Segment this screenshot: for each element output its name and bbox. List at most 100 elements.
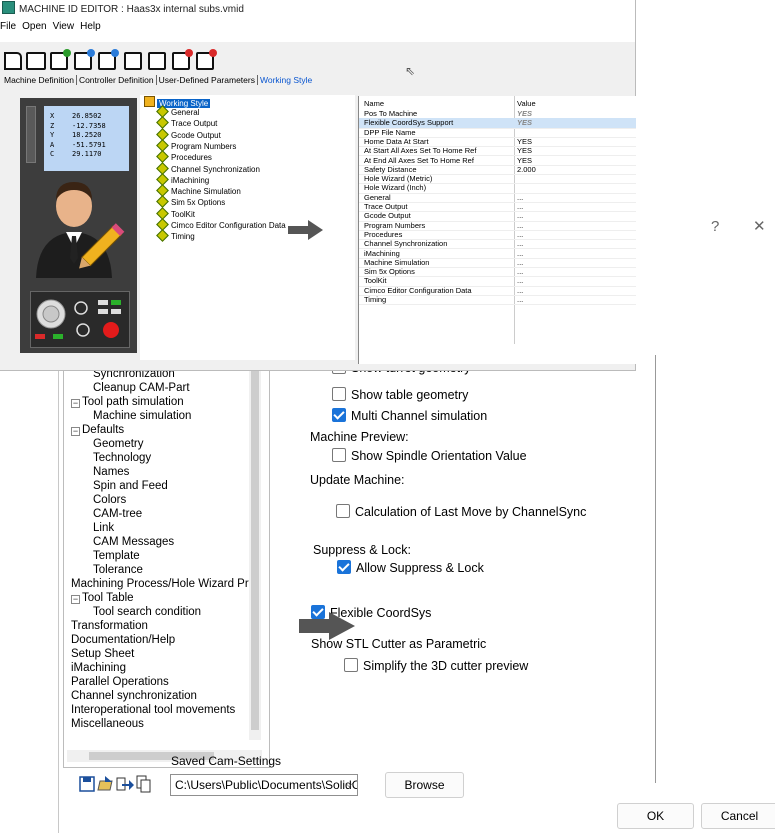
property-value[interactable]: ... xyxy=(517,211,523,220)
allow-suppress-option[interactable]: Allow Suppress & Lock xyxy=(337,560,484,575)
settings-tree-item[interactable]: Link xyxy=(93,521,114,535)
collapse-toggle-icon[interactable]: − xyxy=(71,427,80,436)
open-machine-icon[interactable] xyxy=(74,49,95,70)
working-style-tree-item[interactable]: Sim 5x Options xyxy=(156,195,225,209)
working-style-tree-item[interactable]: General xyxy=(156,105,199,118)
settings-tree-item[interactable]: Machine simulation xyxy=(93,409,191,423)
new-file-icon[interactable] xyxy=(4,52,22,70)
settings-tree-item[interactable]: Geometry xyxy=(93,437,144,451)
property-value[interactable]: ... xyxy=(517,202,523,211)
collapse-toggle-icon[interactable]: − xyxy=(71,595,80,604)
working-style-tree-item[interactable]: Machine Simulation xyxy=(156,184,241,197)
settings-tree-item[interactable]: Tolerance xyxy=(93,563,143,577)
menu-open[interactable]: Open xyxy=(22,21,46,32)
settings-tree-item[interactable]: − Tool Table xyxy=(71,591,134,605)
working-style-tree-item[interactable]: Program Numbers xyxy=(156,139,236,152)
property-value[interactable]: YES xyxy=(517,146,532,155)
show-table-option[interactable]: Show table geometry xyxy=(332,387,468,402)
save-settings-icon[interactable] xyxy=(79,776,95,792)
close-machine-icon[interactable] xyxy=(196,49,217,70)
settings-tree-item[interactable]: Names xyxy=(93,465,129,479)
property-value[interactable]: ... xyxy=(517,230,523,239)
property-value[interactable]: ... xyxy=(517,249,523,258)
working-style-tree-item[interactable]: Cimco Editor Configuration Data xyxy=(156,218,286,231)
settings-tree-item[interactable]: Machining Process/Hole Wizard Prc xyxy=(71,577,254,591)
working-style-tree-item[interactable]: Procedures xyxy=(156,150,212,164)
settings-tree-item[interactable]: Cleanup CAM-Part xyxy=(93,381,190,395)
calc-last-move-option[interactable]: Calculation of Last Move by ChannelSync xyxy=(336,504,586,519)
spindle-orientation-option[interactable]: Show Spindle Orientation Value xyxy=(332,448,527,463)
tab-machine-definition[interactable]: Machine Definition xyxy=(4,75,77,85)
ok-button[interactable]: OK xyxy=(617,803,694,829)
calc-last-move-checkbox[interactable] xyxy=(336,504,350,518)
property-value[interactable]: ... xyxy=(517,267,523,276)
open-settings-icon[interactable] xyxy=(97,776,113,791)
import-settings-icon[interactable] xyxy=(116,777,134,791)
property-grid[interactable]: Name Value Pos To Machine YES Flexible Coo… xyxy=(358,96,636,364)
simplify-3d-checkbox[interactable] xyxy=(344,658,358,672)
multi-channel-checkbox[interactable] xyxy=(332,408,346,422)
settings-tree-item[interactable]: Documentation/Help xyxy=(71,633,175,647)
settings-tree-item[interactable]: − Defaults xyxy=(71,423,124,437)
property-value[interactable]: ... xyxy=(517,286,523,295)
property-value[interactable]: ... xyxy=(517,239,523,248)
menu-help[interactable]: Help xyxy=(80,21,101,32)
copy-settings-icon[interactable] xyxy=(136,775,151,793)
tree-vertical-scrollbar[interactable] xyxy=(249,355,261,740)
menu-view[interactable]: View xyxy=(53,21,75,32)
property-value[interactable]: YES xyxy=(517,109,532,118)
property-value[interactable]: YES xyxy=(517,156,532,165)
saved-cam-settings-path-dropdown[interactable]: C:\Users\Public\Documents\SolidCAM\So⌵ xyxy=(170,774,358,796)
allow-suppress-checkbox[interactable] xyxy=(337,560,351,574)
working-style-tree-item[interactable]: ToolKit xyxy=(156,206,195,220)
settings-tree-item[interactable]: Channel synchronization xyxy=(71,689,197,703)
settings-tree-item[interactable]: Tool search condition xyxy=(93,605,201,619)
property-value[interactable]: ... xyxy=(517,221,523,230)
settings-tree-item[interactable]: Miscellaneous xyxy=(71,717,144,731)
working-style-tree-item[interactable]: Trace Output xyxy=(156,116,217,130)
property-value[interactable]: ... xyxy=(517,258,523,267)
collapse-toggle-icon[interactable]: − xyxy=(71,399,80,408)
property-value[interactable]: ... xyxy=(517,276,523,285)
scrollbar-thumb[interactable] xyxy=(251,360,259,730)
property-value[interactable]: 2.000 xyxy=(517,165,536,174)
property-value[interactable]: YES xyxy=(517,118,532,127)
settings-tree-item[interactable]: Colors xyxy=(93,493,126,507)
settings-tree-item[interactable]: Parallel Operations xyxy=(71,675,169,689)
settings-tree-item[interactable]: Template xyxy=(93,549,140,563)
working-style-tree-item[interactable]: Channel Synchronization xyxy=(156,161,260,175)
spindle-orientation-checkbox[interactable] xyxy=(332,448,346,462)
help-button[interactable]: ? xyxy=(711,218,719,235)
settings-tree-item[interactable]: iMachining xyxy=(71,661,126,675)
save-all-icon[interactable] xyxy=(172,49,193,70)
save-as-icon[interactable] xyxy=(148,52,166,70)
settings-tree-item[interactable]: CAM-tree xyxy=(93,507,142,521)
settings-tree[interactable]: Updated StockSynchronizationCleanup CAM-… xyxy=(65,354,262,750)
settings-tree-item[interactable]: CAM Messages xyxy=(93,535,174,549)
simplify-3d-option[interactable]: Simplify the 3D cutter preview xyxy=(344,658,528,673)
close-button[interactable]: ✕ xyxy=(753,217,766,235)
settings-tree-item[interactable]: Interoperational tool movements xyxy=(71,703,235,717)
settings-tree-item[interactable]: Transformation xyxy=(71,619,148,633)
settings-tree-item[interactable]: Setup Sheet xyxy=(71,647,134,661)
working-style-tree-item[interactable]: Timing xyxy=(156,229,195,243)
multi-channel-option[interactable]: Multi Channel simulation xyxy=(332,408,487,423)
settings-tree-item[interactable]: Technology xyxy=(93,451,151,465)
tab-user-defined-parameters[interactable]: User-Defined Parameters xyxy=(158,75,258,85)
working-style-tree-item[interactable]: iMachining xyxy=(156,172,209,186)
cancel-button[interactable]: Cancel xyxy=(701,803,775,829)
working-style-tree-item[interactable]: Gcode Output xyxy=(156,127,221,141)
menu-file[interactable]: File xyxy=(0,21,16,32)
property-value[interactable]: ... xyxy=(517,193,523,202)
open-folder-icon[interactable] xyxy=(26,52,46,70)
tab-controller-definition[interactable]: Controller Definition xyxy=(78,75,157,85)
show-table-checkbox[interactable] xyxy=(332,387,346,401)
property-value[interactable]: YES xyxy=(517,137,532,146)
settings-tree-item[interactable]: Spin and Feed xyxy=(93,479,168,493)
property-value[interactable]: ... xyxy=(517,295,523,304)
new-machine-icon[interactable] xyxy=(50,49,71,70)
property-row[interactable]: Timing... xyxy=(359,295,636,306)
check-machine-icon[interactable] xyxy=(98,49,119,70)
browse-button[interactable]: Browse xyxy=(385,772,464,798)
settings-tree-item[interactable]: − Tool path simulation xyxy=(71,395,184,409)
